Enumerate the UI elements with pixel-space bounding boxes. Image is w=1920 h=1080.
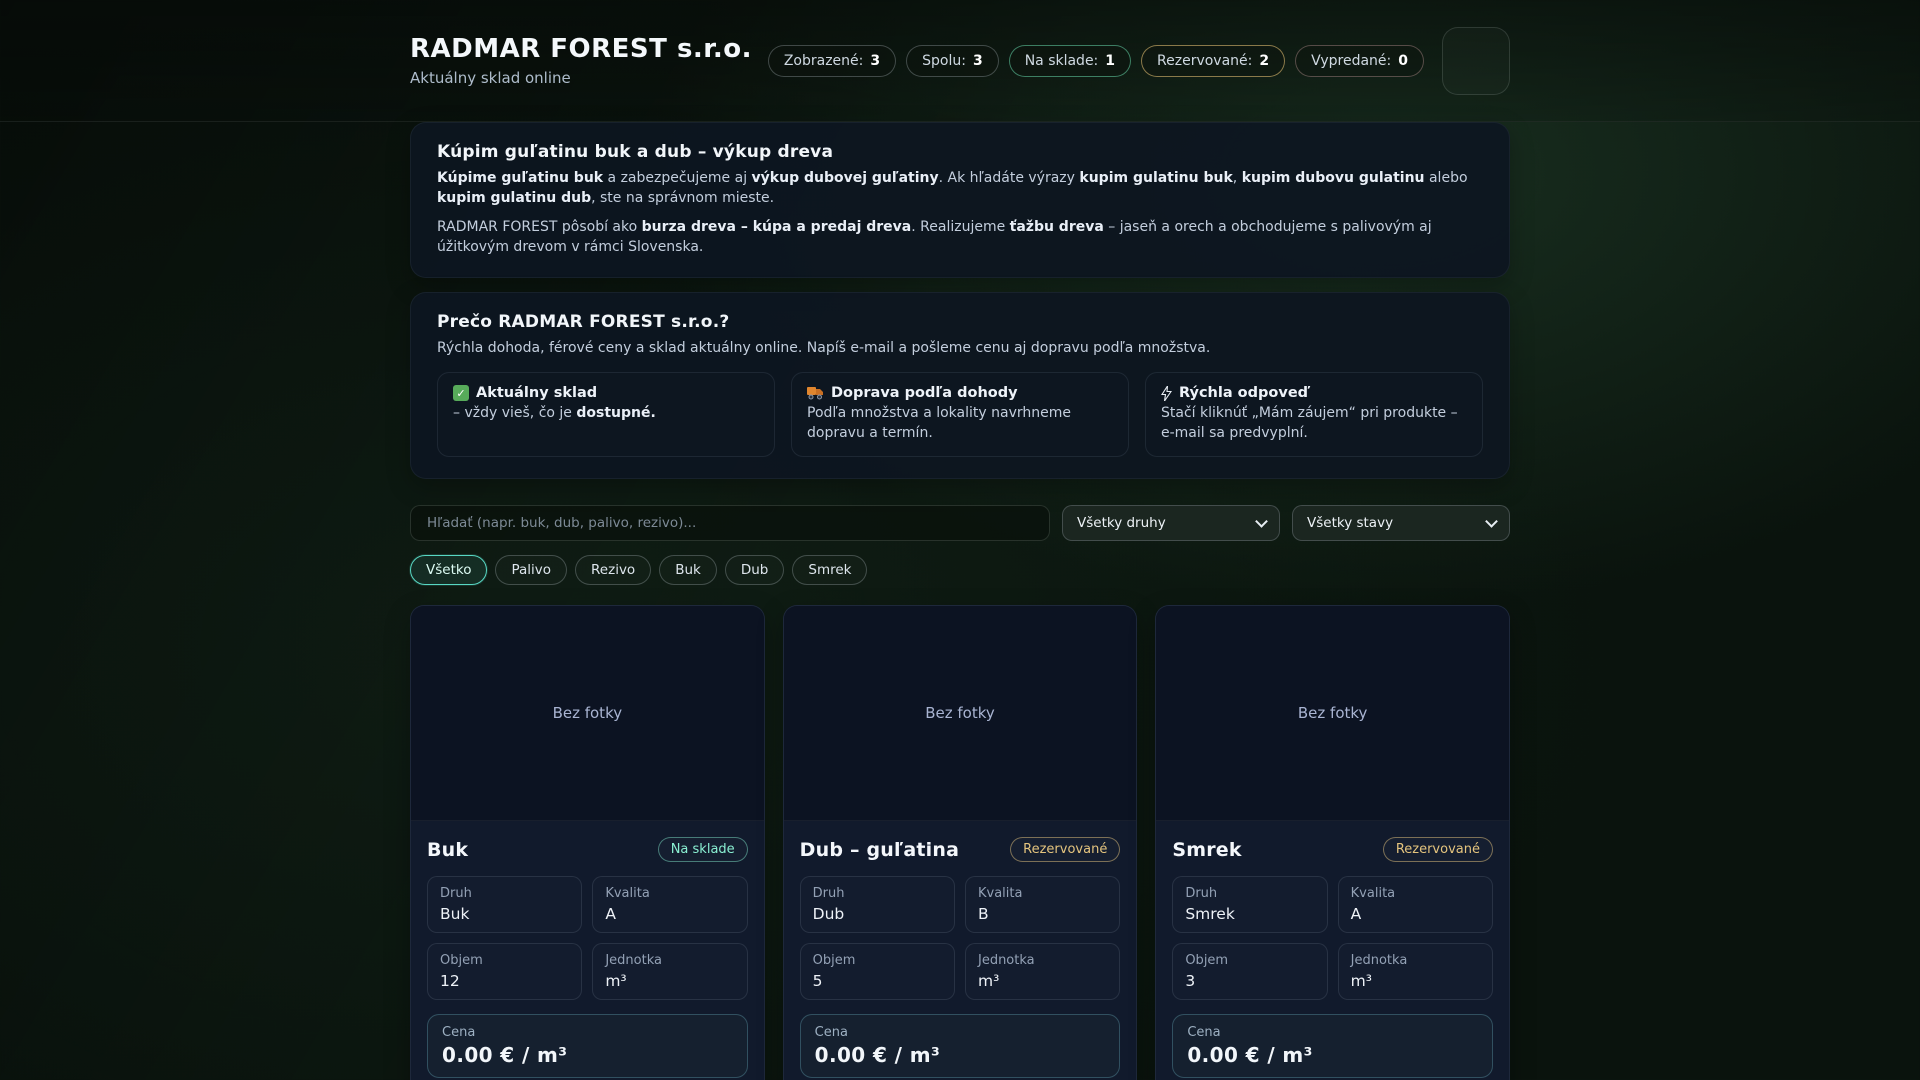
field-objem: Objem 12: [427, 943, 583, 1001]
state-filter-select[interactable]: Všetky stavy: [1292, 505, 1510, 542]
truck-icon: [807, 386, 824, 400]
product-fields: Druh Smrek Kvalita A Objem 3 Jednotka m³: [1172, 876, 1493, 1001]
feature-list: ✓ Aktuálny sklad – vždy vieš, čo je dost…: [437, 372, 1483, 458]
field-kvalita: Kvalita B: [964, 876, 1121, 934]
feature-title: Rýchla odpoveď: [1161, 385, 1467, 401]
stat-label: Vypredané:: [1311, 52, 1392, 69]
field-kvalita: Kvalita A: [1337, 876, 1493, 934]
feature-response: Rýchla odpoveď Stačí kliknúť „Mám záujem…: [1145, 372, 1483, 458]
field-objem: Objem 3: [1172, 943, 1328, 1001]
product-name: Smrek: [1172, 838, 1242, 861]
feature-transport: Doprava podľa dohody Podľa množstva a lo…: [791, 372, 1129, 458]
status-badge: Rezervované: [1010, 837, 1121, 863]
why-subheading: Rýchla dohoda, férové ceny a sklad aktuá…: [437, 339, 1211, 356]
field-objem: Objem 5: [799, 943, 955, 1001]
stat-value: 2: [1259, 52, 1270, 69]
stat-badge-vypredane: Vypredané: 0: [1295, 44, 1424, 77]
field-kvalita: Kvalita A: [592, 876, 748, 934]
check-icon: ✓: [453, 385, 469, 402]
field-jednotka: Jednotka m³: [1337, 943, 1493, 1001]
product-fields: Druh Dub Kvalita B Objem 5 Jednotka m³: [799, 876, 1121, 1001]
intro-paragraph: Kúpime guľatinu buk a zabezpečujeme aj v…: [437, 170, 1468, 206]
stat-value: 3: [972, 52, 983, 69]
product-card-buk: Bez fotky Buk Na sklade Druh Buk Kvalita A…: [410, 605, 765, 1080]
type-filter-select[interactable]: Všetky druhy: [1062, 505, 1280, 542]
logo-placeholder: [1442, 26, 1510, 95]
stat-label: Spolu:: [922, 52, 966, 69]
search-input[interactable]: [410, 505, 1050, 542]
why-heading: Prečo RADMAR FOREST s.r.o.?: [437, 311, 730, 332]
photo-placeholder: Bez fotky: [411, 606, 764, 822]
price-value: 0.00 € / m³: [442, 1043, 568, 1068]
stat-badge-spolu: Spolu: 3: [906, 44, 999, 77]
intro-paragraph: RADMAR FOREST pôsobí ako burza dreva – k…: [437, 218, 1432, 255]
header: RADMAR FOREST s.r.o. Aktuálny sklad onli…: [0, 0, 1920, 122]
why-panel: Prečo RADMAR FOREST s.r.o.? Rýchla dohod…: [410, 291, 1510, 480]
stat-badge-rezervovane: Rezervované: 2: [1141, 44, 1286, 77]
price-box: Cena 0.00 € / m³: [1172, 1014, 1493, 1079]
chip-smrek[interactable]: Smrek: [792, 555, 868, 586]
brand: RADMAR FOREST s.r.o. Aktuálny sklad onli…: [410, 34, 752, 87]
stat-label: Na sklade:: [1024, 52, 1099, 69]
field-jednotka: Jednotka m³: [592, 943, 748, 1001]
stat-value: 0: [1398, 52, 1408, 69]
price-box: Cena 0.00 € / m³: [427, 1014, 748, 1079]
chip-rezivo[interactable]: Rezivo: [575, 555, 652, 586]
status-badge: Rezervované: [1382, 837, 1493, 863]
stat-label: Rezervované:: [1157, 52, 1253, 69]
feature-stock: ✓ Aktuálny sklad – vždy vieš, čo je dost…: [437, 372, 775, 458]
feature-body: Podľa množstva a lokality navrhneme dopr…: [807, 405, 1071, 442]
product-card-smrek: Bez fotky Smrek Rezervované Druh Smrek Kv…: [1155, 605, 1510, 1080]
stat-badge-na-sklade: Na sklade: 1: [1008, 44, 1132, 77]
type-filter-select-wrap: Všetky druhy: [1062, 505, 1280, 542]
price-value: 0.00 € / m³: [1187, 1043, 1313, 1068]
field-druh: Druh Smrek: [1172, 876, 1328, 934]
product-card-dub: Bez fotky Dub – guľatina Rezervované Dru…: [782, 605, 1138, 1080]
price-value: 0.00 € / m³: [814, 1043, 941, 1068]
lightning-icon: [1161, 385, 1172, 401]
page-subtitle: Aktuálny sklad online: [410, 69, 571, 87]
intro-panel: Kúpim guľatinu buk a dub – výkup dreva K…: [410, 122, 1510, 278]
chip-dub[interactable]: Dub: [724, 555, 785, 586]
photo-placeholder: Bez fotky: [1156, 606, 1509, 822]
photo-placeholder: Bez fotky: [783, 606, 1137, 822]
page-title: RADMAR FOREST s.r.o.: [410, 34, 753, 64]
feature-title: Doprava podľa dohody: [807, 385, 1113, 401]
state-filter-select-wrap: Všetky stavy: [1292, 505, 1510, 542]
stat-value: 1: [1105, 52, 1116, 69]
stat-value: 3: [870, 52, 881, 69]
category-chips: Všetko Palivo Rezivo Buk Dub Smrek: [410, 555, 1510, 586]
product-grid: Bez fotky Buk Na sklade Druh Buk Kvalita A…: [410, 605, 1510, 1080]
field-druh: Druh Dub: [799, 876, 955, 934]
product-name: Dub – guľatina: [799, 838, 960, 861]
stat-badge-zobrazene: Zobrazené: 3: [767, 44, 897, 77]
feature-title: ✓ Aktuálny sklad: [453, 385, 759, 402]
field-jednotka: Jednotka m³: [964, 943, 1121, 1001]
price-box: Cena 0.00 € / m³: [799, 1014, 1121, 1079]
intro-heading: Kúpim guľatinu buk a dub – výkup dreva: [437, 142, 834, 162]
filter-bar: Všetky druhy Všetky stavy: [410, 505, 1510, 542]
field-druh: Druh Buk: [427, 876, 583, 934]
header-stats: Zobrazené: 3 Spolu: 3 Na sklade: 1 Rezervov…: [767, 26, 1510, 95]
status-badge: Na sklade: [657, 837, 748, 863]
feature-body: – vždy vieš, čo je dostupné.: [453, 405, 656, 422]
product-name: Buk: [427, 838, 469, 861]
feature-body: Stačí kliknúť „Mám záujem“ pri produkte …: [1161, 405, 1458, 442]
chip-buk[interactable]: Buk: [659, 555, 717, 586]
chip-palivo[interactable]: Palivo: [495, 555, 568, 586]
stat-label: Zobrazené:: [783, 52, 864, 69]
product-fields: Druh Buk Kvalita A Objem 12 Jednotka m³: [427, 876, 748, 1001]
chip-vsetko[interactable]: Všetko: [410, 555, 488, 586]
